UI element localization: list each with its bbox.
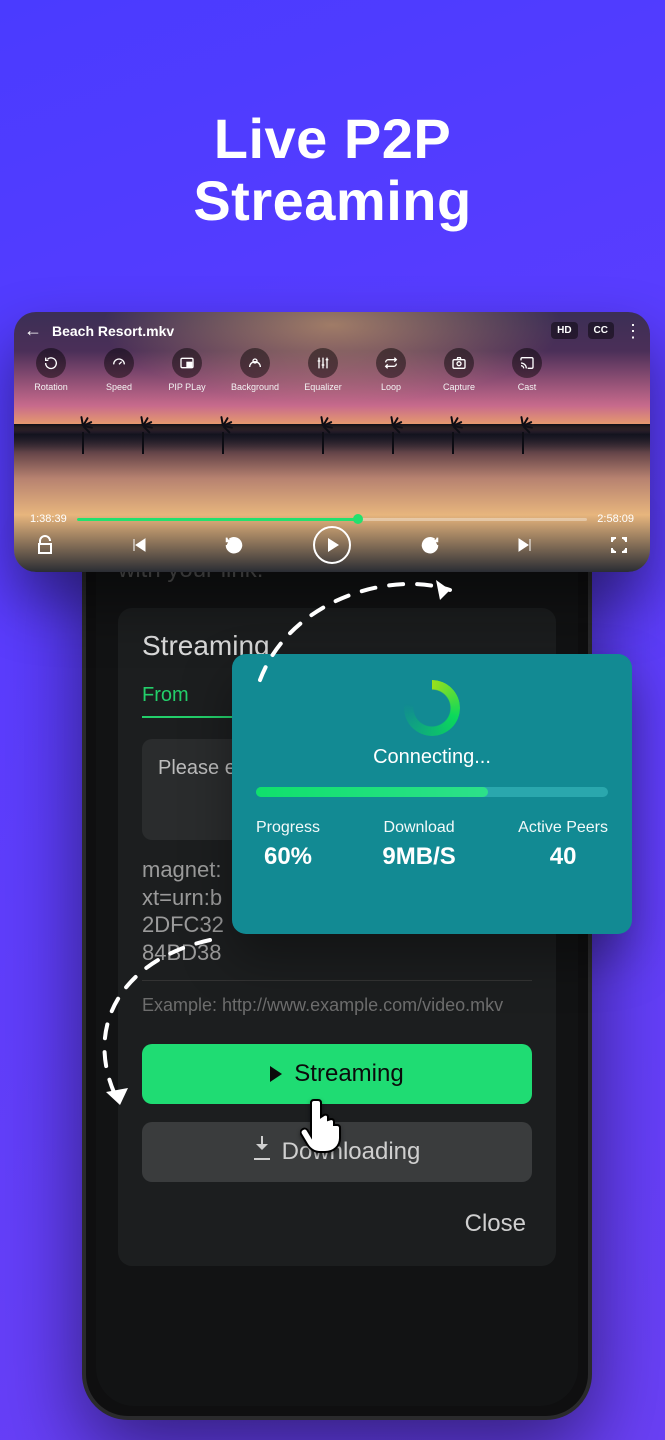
tool-background-label: Background bbox=[228, 382, 282, 392]
hero-line1: Live P2P bbox=[0, 108, 665, 170]
example-hint: Example: http://www.example.com/video.mk… bbox=[142, 995, 532, 1016]
connect-progress-bar bbox=[256, 787, 608, 797]
tool-pip[interactable]: PIP PLay bbox=[160, 348, 214, 392]
capture-icon bbox=[444, 348, 474, 378]
spinner-icon bbox=[404, 680, 460, 736]
tool-loop[interactable]: Loop bbox=[364, 348, 418, 392]
forward-10-icon[interactable]: 10 bbox=[415, 530, 445, 560]
tool-cast[interactable]: Cast bbox=[500, 348, 554, 392]
tool-rotation-label: Rotation bbox=[24, 382, 78, 392]
progress-row: 1:38:39 2:58:09 bbox=[30, 512, 634, 526]
tool-pip-label: PIP PLay bbox=[160, 382, 214, 392]
tool-equalizer-label: Equalizer bbox=[296, 382, 350, 392]
video-player: ← Beach Resort.mkv HD CC ⋮ Rotation Spee… bbox=[14, 312, 650, 572]
rewind-10-icon[interactable]: 10 bbox=[219, 530, 249, 560]
streaming-button[interactable]: Streaming bbox=[142, 1044, 532, 1104]
tool-speed[interactable]: Speed bbox=[92, 348, 146, 392]
tool-capture-label: Capture bbox=[432, 382, 486, 392]
play-button[interactable] bbox=[313, 526, 351, 564]
download-value: 9MB/S bbox=[382, 843, 455, 871]
tool-rotation[interactable]: Rotation bbox=[24, 348, 78, 392]
progress-col: Progress 60% bbox=[256, 819, 320, 871]
tool-background[interactable]: Background bbox=[228, 348, 282, 392]
lock-icon[interactable] bbox=[30, 530, 60, 560]
peers-value: 40 bbox=[518, 843, 608, 871]
play-triangle-icon bbox=[328, 538, 339, 552]
fullscreen-icon[interactable] bbox=[604, 530, 634, 560]
tool-speed-label: Speed bbox=[92, 382, 146, 392]
equalizer-icon bbox=[308, 348, 338, 378]
cc-badge[interactable]: CC bbox=[588, 322, 614, 339]
svg-text:10: 10 bbox=[230, 544, 238, 551]
video-filename: Beach Resort.mkv bbox=[52, 323, 541, 339]
speed-icon bbox=[104, 348, 134, 378]
tool-equalizer[interactable]: Equalizer bbox=[296, 348, 350, 392]
rotation-icon bbox=[36, 348, 66, 378]
hero-line2: Streaming bbox=[0, 170, 665, 232]
download-label: Download bbox=[382, 819, 455, 837]
tab-from[interactable]: From bbox=[142, 684, 189, 717]
loop-icon bbox=[376, 348, 406, 378]
connecting-title: Connecting... bbox=[256, 746, 608, 769]
next-icon[interactable] bbox=[510, 530, 540, 560]
hand-cursor-icon bbox=[300, 1096, 348, 1156]
tool-cast-label: Cast bbox=[500, 382, 554, 392]
seek-bar[interactable] bbox=[77, 518, 588, 521]
player-toolbar: Rotation Speed PIP PLay Background Equal… bbox=[24, 348, 554, 392]
hd-badge[interactable]: HD bbox=[551, 322, 577, 339]
previous-icon[interactable] bbox=[124, 530, 154, 560]
player-controls: 10 10 bbox=[30, 526, 634, 564]
back-icon[interactable]: ← bbox=[24, 320, 42, 341]
peers-label: Active Peers bbox=[518, 819, 608, 837]
divider bbox=[142, 980, 532, 981]
download-icon bbox=[254, 1144, 270, 1160]
close-button[interactable]: Close bbox=[142, 1210, 532, 1238]
play-icon bbox=[270, 1066, 282, 1082]
progress-value: 60% bbox=[256, 843, 320, 871]
background-icon bbox=[240, 348, 270, 378]
pip-icon bbox=[172, 348, 202, 378]
streaming-button-label: Streaming bbox=[294, 1060, 403, 1088]
download-col: Download 9MB/S bbox=[382, 819, 455, 871]
connecting-card: Connecting... Progress 60% Download 9MB/… bbox=[232, 654, 632, 934]
svg-text:10: 10 bbox=[427, 544, 435, 551]
peers-col: Active Peers 40 bbox=[518, 819, 608, 871]
hero-title: Live P2P Streaming bbox=[0, 108, 665, 231]
tool-capture[interactable]: Capture bbox=[432, 348, 486, 392]
more-icon[interactable]: ⋮ bbox=[624, 326, 640, 336]
progress-label: Progress bbox=[256, 819, 320, 837]
time-total: 2:58:09 bbox=[597, 513, 634, 525]
cast-icon bbox=[512, 348, 542, 378]
time-elapsed: 1:38:39 bbox=[30, 513, 67, 525]
tool-loop-label: Loop bbox=[364, 382, 418, 392]
